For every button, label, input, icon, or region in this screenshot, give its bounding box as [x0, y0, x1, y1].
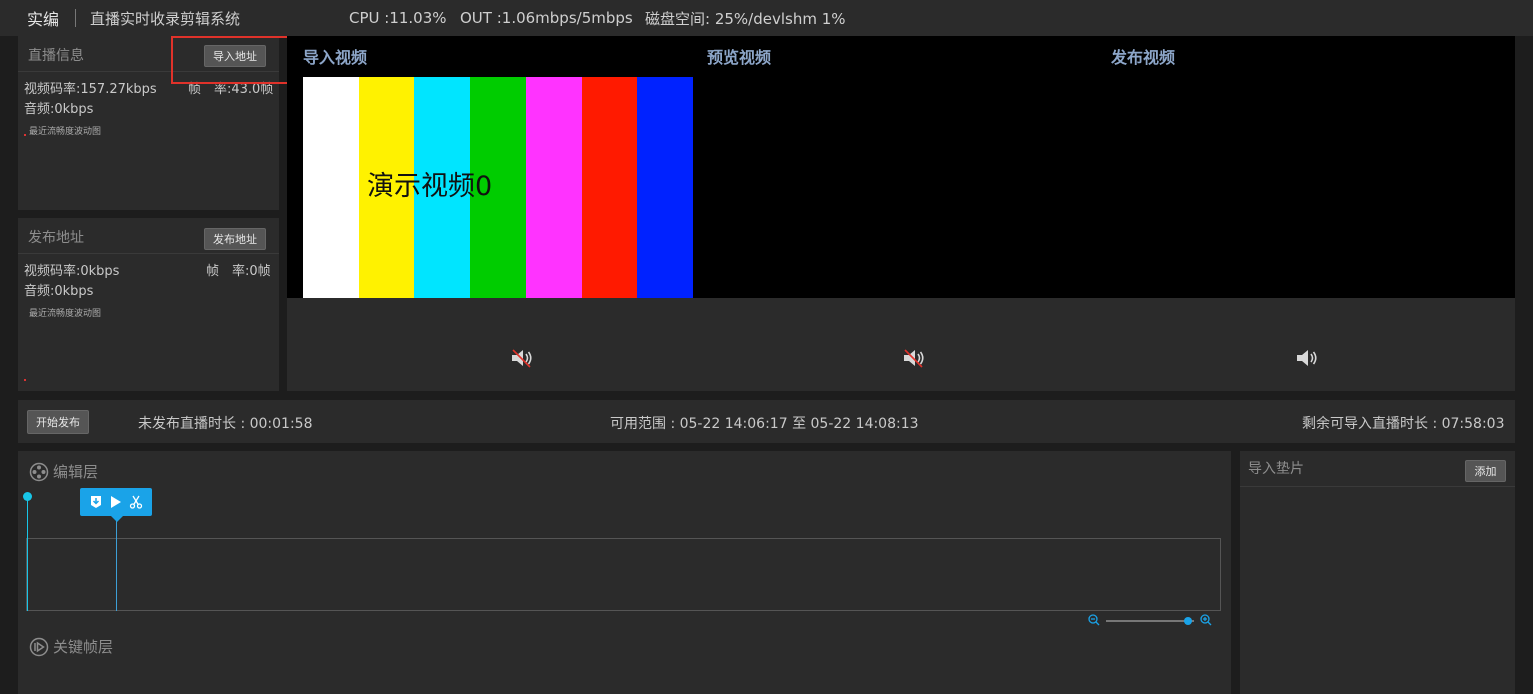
import-video-frame[interactable]: 演示视频0 — [303, 77, 694, 298]
add-pad-button[interactable]: 添加 — [1465, 460, 1506, 482]
disk-stat: 磁盘空间: 25%/devlshm 1% — [645, 9, 846, 28]
timeline-panel: 编辑层 关键帧层 — [18, 451, 1231, 694]
color-bar — [525, 77, 582, 298]
import-pad-panel: 导入垫片 添加 — [1240, 451, 1515, 694]
brand-divider — [75, 9, 77, 27]
live-info-title: 直播信息 — [28, 48, 84, 64]
publish-address-button[interactable]: 发布地址 — [204, 228, 266, 250]
live-chart-dot — [24, 134, 26, 136]
import-pad-title: 导入垫片 — [1248, 461, 1304, 477]
highlight-box — [171, 36, 290, 84]
available-range: 可用范围 : 05-22 14:06:17 至 05-22 14:08:13 — [610, 416, 919, 432]
zoom-in-icon[interactable] — [1200, 614, 1212, 626]
color-bar — [637, 77, 694, 298]
out-stat: OUT :1.06mbps/5mbps — [460, 9, 633, 27]
film-reel-icon — [29, 462, 49, 481]
live-video-bitrate: 视频码率:157.27kbps — [24, 82, 157, 97]
publish-address-header: 发布地址 发布地址 — [18, 218, 279, 254]
publish-fps: 帧 率:0帧 — [206, 264, 271, 279]
keyframe-layer-label: 关键帧层 — [29, 636, 113, 657]
playhead-line — [27, 497, 28, 611]
color-bar — [303, 77, 359, 298]
download-icon[interactable] — [88, 494, 104, 510]
import-mute-icon[interactable] — [510, 347, 536, 369]
edit-track[interactable] — [26, 538, 1221, 611]
publish-chart-dot — [24, 379, 26, 381]
brand-name: 实编 — [27, 10, 60, 29]
demo-video-text: 演示视频0 — [367, 171, 493, 202]
publish-address-panel: 发布地址 发布地址 视频码率:0kbps 帧 率:0帧 音频:0kbps 最近流… — [18, 218, 279, 391]
unpublished-duration: 未发布直播时长 : 00:01:58 — [138, 416, 313, 432]
video-area: 导入视频 预览视频 发布视频 演示视频0 — [287, 36, 1515, 391]
edit-cursor-line — [116, 515, 117, 611]
publish-video-label: 发布视频 — [1111, 48, 1176, 67]
live-audio: 音频:0kbps — [24, 102, 94, 117]
publish-address-title: 发布地址 — [28, 230, 84, 246]
edit-layer-label: 编辑层 — [29, 461, 98, 482]
start-publish-button[interactable]: 开始发布 — [27, 410, 89, 434]
top-bar: 实编 直播实时收录剪辑系统 CPU :11.03% OUT :1.06mbps/… — [0, 0, 1533, 36]
import-video-label: 导入视频 — [303, 48, 368, 67]
publish-audio: 音频:0kbps — [24, 284, 94, 299]
edit-layer-text: 编辑层 — [53, 463, 99, 481]
publish-speaker-icon[interactable] — [1295, 347, 1321, 369]
preview-mute-icon[interactable] — [902, 347, 928, 369]
zoom-slider-handle[interactable] — [1184, 617, 1192, 625]
system-title: 直播实时收录剪辑系统 — [90, 9, 241, 28]
color-bar — [581, 77, 638, 298]
publish-bar: 开始发布 未发布直播时长 : 00:01:58 可用范围 : 05-22 14:… — [18, 400, 1515, 443]
keyframe-layer-text: 关键帧层 — [53, 638, 114, 656]
import-pad-header: 导入垫片 添加 — [1240, 451, 1515, 487]
publish-chart-note: 最近流畅度波动图 — [29, 309, 102, 319]
play-icon[interactable] — [108, 494, 124, 510]
video-screens: 导入视频 预览视频 发布视频 演示视频0 — [287, 36, 1515, 298]
cpu-stat: CPU :11.03% — [349, 9, 447, 27]
remaining-duration: 剩余可导入直播时长 : 07:58:03 — [1302, 416, 1505, 432]
zoom-slider-track[interactable] — [1106, 620, 1194, 622]
scissors-icon[interactable] — [128, 494, 144, 510]
keyframe-play-icon — [29, 637, 49, 656]
publish-video-bitrate: 视频码率:0kbps — [24, 264, 120, 279]
zoom-out-icon[interactable] — [1088, 614, 1100, 626]
preview-video-label: 预览视频 — [707, 48, 772, 67]
live-chart-note: 最近流畅度波动图 — [29, 127, 102, 137]
clip-tool-popup — [80, 488, 152, 522]
zoom-control — [1088, 614, 1218, 628]
